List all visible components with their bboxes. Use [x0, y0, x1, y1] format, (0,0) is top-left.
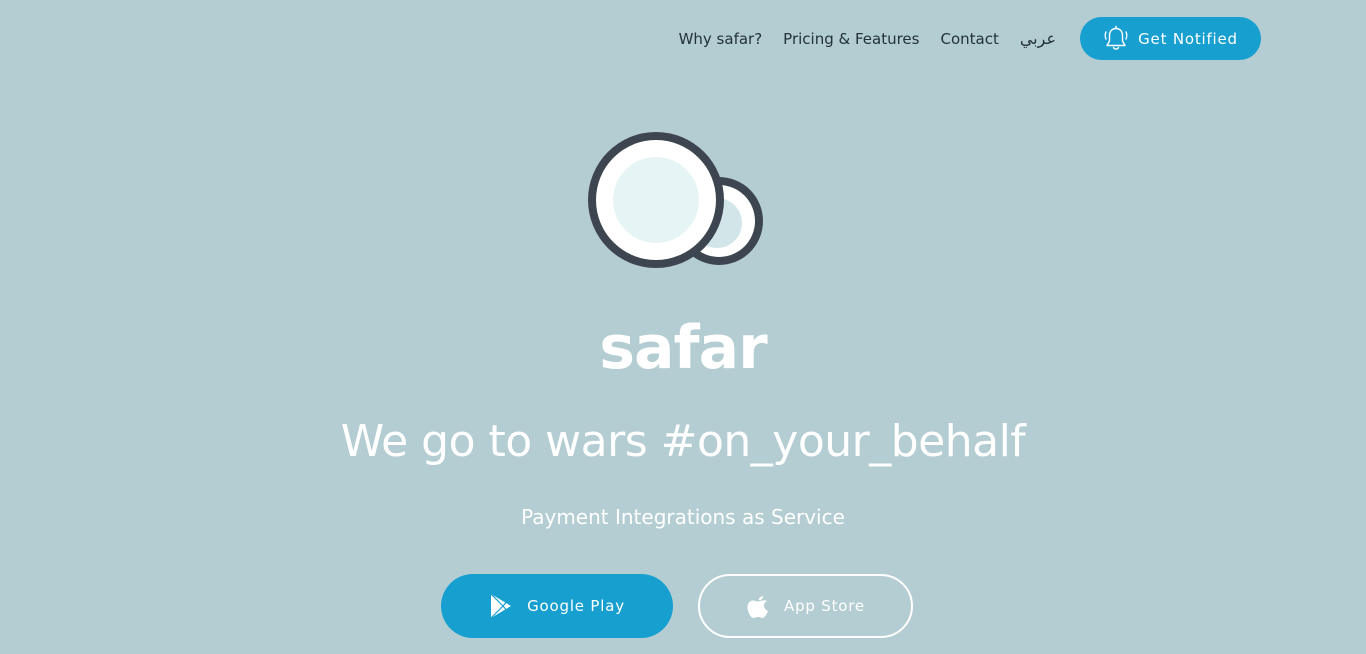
hero-headline: We go to wars #on_your_behalf — [340, 416, 1026, 467]
google-play-icon — [489, 593, 513, 619]
top-navigation: Why safar? Pricing & Features Contact عر… — [658, 17, 1261, 60]
nav-why-safar[interactable]: Why safar? — [679, 30, 763, 48]
get-notified-label: Get Notified — [1138, 29, 1238, 48]
app-store-button[interactable]: App Store — [698, 574, 913, 638]
nav-pricing-features[interactable]: Pricing & Features — [783, 30, 919, 48]
brand-name: safar — [599, 313, 767, 383]
hero-subheadline: Payment Integrations as Service — [521, 505, 845, 529]
app-store-label: App Store — [784, 597, 865, 615]
google-play-button[interactable]: Google Play — [441, 574, 673, 638]
get-notified-button[interactable]: Get Notified — [1080, 17, 1261, 60]
nav-arabic-language[interactable]: عربي — [1020, 29, 1056, 48]
apple-icon — [746, 593, 770, 619]
safar-logo — [586, 130, 770, 272]
bell-icon — [1103, 25, 1129, 53]
nav-contact[interactable]: Contact — [940, 30, 998, 48]
google-play-label: Google Play — [527, 597, 625, 615]
